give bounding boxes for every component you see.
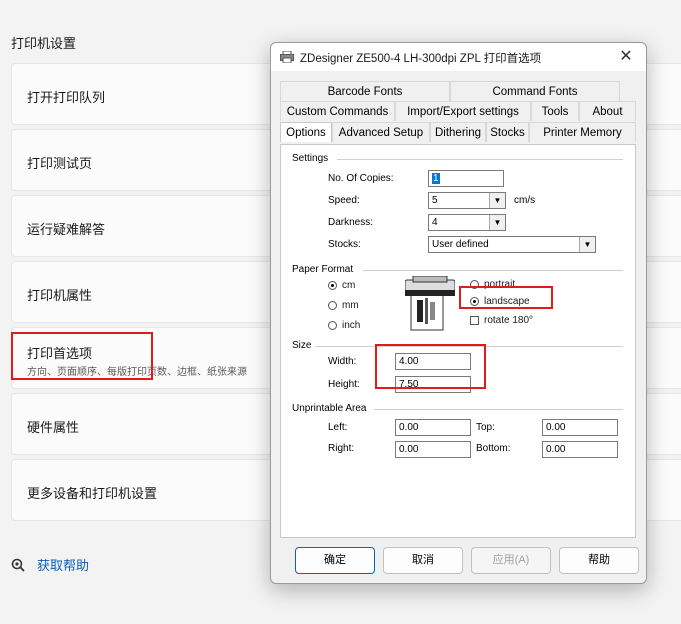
tab-barcode-fonts[interactable]: Barcode Fonts [280, 81, 450, 101]
chevron-down-icon: ▼ [579, 237, 595, 252]
tab-about[interactable]: About [579, 101, 636, 121]
highlight-box-size [375, 344, 486, 389]
width-label: Width: [328, 356, 357, 367]
radio-dot [328, 301, 337, 310]
section-title: 打印机设置 [11, 37, 77, 52]
list-item-label: 打开打印队列 [27, 91, 106, 106]
printer-icon [280, 51, 294, 63]
options-panel: Settings No. Of Copies: 1 Speed: 5 ▼ cm/s… [280, 144, 636, 538]
divider [363, 270, 623, 271]
darkness-label: Darkness: [328, 217, 374, 228]
list-item-label: 硬件属性 [27, 421, 80, 436]
speed-unit: cm/s [514, 195, 536, 206]
group-label-paper-format: Paper Format [292, 264, 354, 275]
tab-import-export[interactable]: Import/Export settings [395, 101, 531, 121]
divider [337, 159, 623, 160]
ok-button[interactable]: 确定 [295, 547, 375, 574]
tab-dithering[interactable]: Dithering [430, 122, 486, 142]
left-input[interactable]: 0.00 [395, 419, 471, 436]
unit-radio-inch[interactable]: inch [328, 320, 360, 331]
unit-radio-cm[interactable]: cm [328, 280, 355, 291]
tab-advanced-setup[interactable]: Advanced Setup [332, 122, 430, 142]
copies-label: No. Of Copies: [328, 173, 394, 184]
help-icon [11, 558, 25, 572]
tab-tools[interactable]: Tools [531, 101, 579, 121]
height-label: Height: [328, 379, 360, 390]
apply-button[interactable]: 应用(A) [471, 547, 551, 574]
tab-command-fonts[interactable]: Command Fonts [450, 81, 620, 101]
speed-select[interactable]: 5 ▼ [428, 192, 506, 209]
close-icon[interactable]: ✕ [614, 46, 638, 68]
tab-printer-memory[interactable]: Printer Memory [529, 122, 636, 142]
right-input[interactable]: 0.00 [395, 441, 471, 458]
tab-options[interactable]: Options [280, 122, 332, 142]
top-input[interactable]: 0.00 [542, 419, 618, 436]
stocks-label: Stocks: [328, 239, 361, 250]
left-label: Left: [328, 422, 348, 433]
radio-dot [328, 321, 337, 330]
highlight-box-landscape [459, 286, 553, 309]
speed-label: Speed: [328, 195, 360, 206]
checkbox-box [470, 316, 479, 325]
group-label-size: Size [292, 340, 312, 351]
group-label-unprintable: Unprintable Area [292, 403, 367, 414]
unit-radio-mm[interactable]: mm [328, 300, 359, 311]
tab-stocks[interactable]: Stocks [486, 122, 529, 142]
label-printer-illustration-icon [405, 276, 455, 331]
top-label: Top: [476, 422, 495, 433]
help-row[interactable]: 获取帮助 [11, 555, 89, 574]
rotate-180-checkbox[interactable]: rotate 180° [470, 315, 533, 326]
dialog-title: ZDesigner ZE500-4 LH-300dpi ZPL 打印首选项 [300, 53, 542, 65]
divider [374, 409, 623, 410]
chevron-down-icon: ▼ [489, 215, 505, 230]
printing-preferences-dialog: ZDesigner ZE500-4 LH-300dpi ZPL 打印首选项 ✕ … [270, 42, 647, 584]
list-item-label: 打印测试页 [27, 157, 93, 172]
chevron-down-icon: ▼ [489, 193, 505, 208]
tab-strip: Barcode Fonts Command Fonts Custom Comma… [280, 81, 636, 145]
list-item-label: 打印机属性 [27, 289, 93, 304]
bottom-label: Bottom: [476, 443, 511, 454]
help-link[interactable]: 获取帮助 [37, 555, 89, 574]
bottom-input[interactable]: 0.00 [542, 441, 618, 458]
list-item-label: 运行疑难解答 [27, 223, 106, 238]
darkness-select[interactable]: 4 ▼ [428, 214, 506, 231]
highlight-box-preferences [11, 332, 153, 380]
help-button[interactable]: 帮助 [559, 547, 639, 574]
radio-dot [328, 281, 337, 290]
dialog-titlebar: ZDesigner ZE500-4 LH-300dpi ZPL 打印首选项 ✕ [271, 43, 646, 71]
tab-custom-commands[interactable]: Custom Commands [280, 101, 395, 121]
list-item-label: 更多设备和打印机设置 [27, 487, 158, 502]
right-label: Right: [328, 443, 355, 454]
group-label-settings: Settings [292, 153, 329, 164]
copies-input[interactable]: 1 [428, 170, 504, 187]
stocks-select[interactable]: User defined ▼ [428, 236, 596, 253]
cancel-button[interactable]: 取消 [383, 547, 463, 574]
